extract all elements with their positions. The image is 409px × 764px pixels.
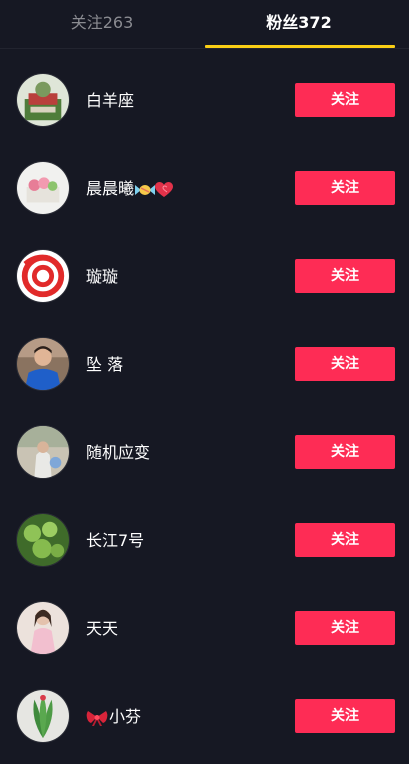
follow-button[interactable]: 关注 <box>295 699 395 733</box>
follower-name: 随机应变 <box>86 443 151 462</box>
follow-button[interactable]: 关注 <box>295 347 395 381</box>
follower-name: 长江7号 <box>86 531 145 550</box>
list-item[interactable]: 璇璇 关注 <box>0 233 409 321</box>
candy-icon <box>135 184 156 195</box>
avatar[interactable] <box>16 249 70 303</box>
avatar-image <box>17 338 69 390</box>
avatar[interactable] <box>16 337 70 391</box>
avatar[interactable] <box>16 513 70 567</box>
avatar-image <box>17 690 69 742</box>
list-item[interactable]: 白羊座 关注 <box>0 57 409 145</box>
avatar[interactable] <box>16 425 70 479</box>
list-item[interactable]: 长江7号 关注 <box>0 497 409 585</box>
avatar[interactable] <box>16 601 70 655</box>
follow-button[interactable]: 关注 <box>295 259 395 293</box>
heart-icon <box>155 181 174 197</box>
list-item[interactable]: 随机应变 关注 <box>0 409 409 497</box>
avatar-image <box>17 250 69 302</box>
follower-name: 坠 落 <box>86 355 124 374</box>
ribbon-icon <box>86 710 108 726</box>
follower-name-text: 小芬 <box>109 707 142 726</box>
follower-name: 白羊座 <box>86 91 135 110</box>
follower-name: 天天 <box>86 619 119 638</box>
follow-button[interactable]: 关注 <box>295 523 395 557</box>
list-item[interactable]: 坠 落 关注 <box>0 321 409 409</box>
avatar-image <box>17 162 69 214</box>
avatar-image <box>17 426 69 478</box>
avatar-image <box>17 74 69 126</box>
follower-name-text: 晨晨曦 <box>86 179 135 198</box>
avatar-image <box>17 514 69 566</box>
active-tab-indicator <box>205 45 395 48</box>
follower-name: 小芬 <box>86 704 141 730</box>
followers-list: 白羊座 关注 晨晨曦 关注 璇璇 关注 坠 落 关注 随机应变 关注 长江7号 … <box>0 57 409 761</box>
avatar-image <box>17 602 69 654</box>
avatar[interactable] <box>16 161 70 215</box>
list-item[interactable]: 天天 关注 <box>0 585 409 673</box>
tab-followers[interactable]: 粉丝372 <box>204 0 394 46</box>
follower-name: 璇璇 <box>86 267 119 286</box>
list-item[interactable]: 小芬 关注 <box>0 673 409 761</box>
follow-button[interactable]: 关注 <box>295 83 395 117</box>
avatar[interactable] <box>16 689 70 743</box>
follow-button[interactable]: 关注 <box>295 611 395 645</box>
tab-following[interactable]: 关注263 <box>0 0 204 46</box>
follow-button[interactable]: 关注 <box>295 435 395 469</box>
list-item[interactable]: 晨晨曦 关注 <box>0 145 409 233</box>
follow-button[interactable]: 关注 <box>295 171 395 205</box>
avatar[interactable] <box>16 73 70 127</box>
follower-name: 晨晨曦 <box>86 176 174 202</box>
tab-bar: 关注263 粉丝372 <box>0 0 409 49</box>
